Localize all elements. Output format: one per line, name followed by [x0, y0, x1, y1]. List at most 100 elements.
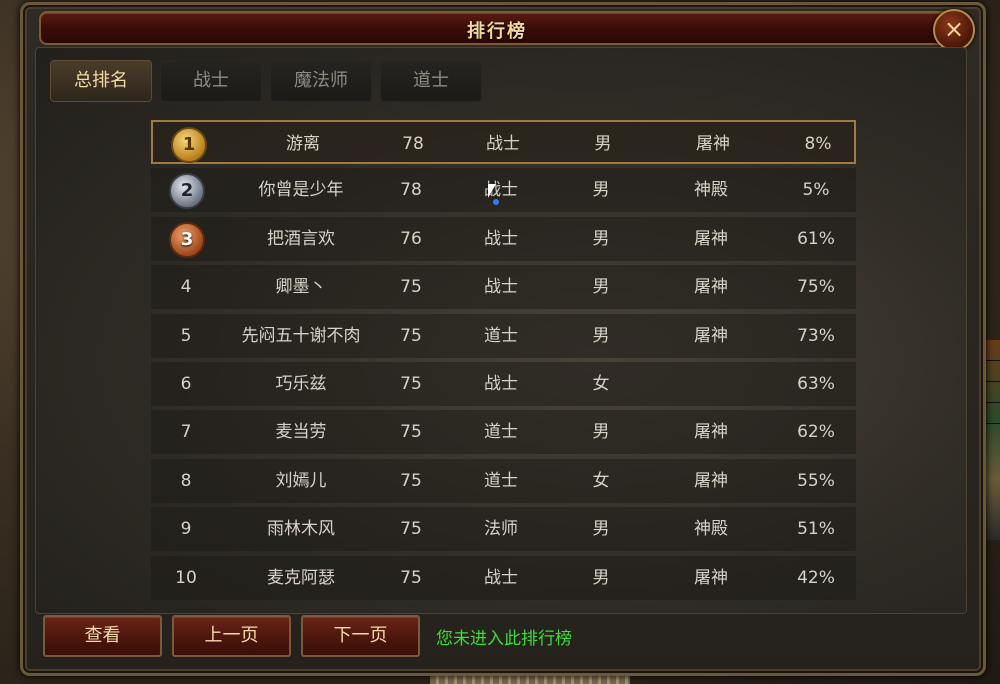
- player-level: 76: [400, 228, 422, 249]
- player-guild: 屠神: [694, 228, 728, 249]
- player-guild: 神殿: [694, 180, 728, 201]
- player-guild: 屠神: [696, 134, 730, 154]
- cursor-dot-icon: [493, 199, 499, 205]
- table-row[interactable]: 6 巧乐兹 75 战士 女 63%: [151, 361, 856, 406]
- table-row[interactable]: 10 麦克阿瑟 75 战士 男 屠神 42%: [151, 555, 856, 600]
- rank-number: 4: [180, 277, 192, 298]
- tab-mage[interactable]: 魔法师: [270, 60, 372, 102]
- prev-page-button[interactable]: 上一页: [172, 615, 291, 657]
- player-guild: 屠神: [694, 277, 728, 298]
- player-guild: 屠神: [694, 470, 728, 491]
- rank-number: 9: [180, 519, 192, 540]
- level-progress: 61%: [797, 228, 835, 249]
- player-name: 麦当劳: [275, 422, 327, 443]
- player-name: 把酒言欢: [267, 228, 335, 249]
- next-page-button[interactable]: 下一页: [301, 615, 420, 657]
- player-class: 战士: [484, 373, 518, 394]
- rank-number: 10: [175, 567, 197, 588]
- view-button[interactable]: 查看: [43, 615, 162, 657]
- level-progress: 62%: [797, 422, 835, 443]
- table-row[interactable]: 8 刘嫣儿 75 道士 女 屠神 55%: [151, 458, 856, 503]
- bottom-bar: 查看 上一页 下一页 您未进入此排行榜: [43, 615, 572, 657]
- table-row[interactable]: 1 游离 78 战士 男 屠神 8%: [151, 120, 856, 164]
- level-progress: 42%: [797, 567, 835, 588]
- table-row[interactable]: 2 你曾是少年 78 战士 男 神殿 5%: [151, 168, 856, 213]
- rank-cell: 8: [151, 459, 221, 503]
- player-gender: 男: [592, 228, 610, 249]
- player-level: 75: [400, 422, 422, 443]
- player-gender: 男: [592, 180, 610, 201]
- game-scene: 排行榜 × 总排名 战士 魔法师 道士 1 游离 78 战士男屠神 8% 2 你曾是少年 78…: [0, 0, 1000, 684]
- player-class: 战士: [484, 228, 518, 249]
- level-progress: 55%: [797, 470, 835, 491]
- player-name: 刘嫣儿: [275, 470, 327, 491]
- player-class: 道士: [484, 470, 518, 491]
- player-level: 75: [400, 325, 422, 346]
- player-class: 战士: [484, 567, 518, 588]
- player-guild: 屠神: [694, 422, 728, 443]
- level-progress: 73%: [797, 325, 835, 346]
- table-row[interactable]: 7 麦当劳 75 道士 男 屠神 62%: [151, 410, 856, 455]
- player-gender: 男: [592, 325, 610, 346]
- silver-medal-icon: 2: [169, 173, 205, 210]
- table-row[interactable]: 9 雨林木风 75 法师 男 神殿 51%: [151, 507, 856, 552]
- rank-number: 7: [180, 422, 192, 443]
- player-gender: 男: [592, 567, 610, 588]
- rank-cell: 6: [151, 362, 221, 406]
- player-guild: 神殿: [694, 519, 728, 540]
- bronze-medal-icon: 3: [169, 221, 205, 258]
- player-gender: 男: [594, 134, 612, 154]
- rank-cell: 9: [151, 507, 221, 551]
- gold-medal-icon: 1: [171, 127, 207, 163]
- player-guild: 屠神: [694, 325, 728, 346]
- player-name: 卿墨丶: [275, 277, 327, 298]
- rank-cell: 10: [151, 556, 221, 600]
- player-class: 法师: [484, 519, 518, 540]
- rank-cell: 4: [151, 265, 221, 309]
- rank-number: 8: [180, 470, 192, 491]
- player-level: 75: [400, 373, 422, 394]
- window-title: 排行榜: [467, 21, 527, 42]
- player-class: 战士: [484, 180, 518, 201]
- player-class: 战士: [486, 134, 520, 154]
- tab-taoist[interactable]: 道士: [380, 60, 482, 102]
- rank-cell: 3: [151, 217, 221, 261]
- player-guild: 屠神: [694, 567, 728, 588]
- player-class: 道士: [484, 422, 518, 443]
- player-name: 先闷五十谢不肉: [241, 325, 361, 346]
- player-name: 游离: [286, 134, 320, 154]
- level-progress: 63%: [797, 373, 835, 394]
- level-progress: 8%: [804, 134, 832, 154]
- close-button[interactable]: ×: [933, 9, 975, 51]
- player-gender: 女: [592, 373, 610, 394]
- title-bar[interactable]: 排行榜: [39, 11, 955, 45]
- tab-warrior[interactable]: 战士: [160, 60, 262, 102]
- tab-bar: 总排名 战士 魔法师 道士: [50, 60, 482, 102]
- rank-number: 5: [180, 325, 192, 346]
- table-row[interactable]: 3 把酒言欢 76 战士 男 屠神 61%: [151, 216, 856, 261]
- close-icon: ×: [943, 15, 965, 43]
- player-class: 战士: [484, 277, 518, 298]
- player-gender: 男: [592, 519, 610, 540]
- status-message: 您未进入此排行榜: [436, 628, 572, 649]
- leaderboard-window: 排行榜 × 总排名 战士 魔法师 道士 1 游离 78 战士男屠神 8% 2 你曾是少年 78…: [20, 2, 986, 676]
- rank-cell: 1: [153, 122, 223, 166]
- player-gender: 男: [592, 277, 610, 298]
- player-level: 78: [400, 180, 422, 201]
- player-gender: 女: [592, 470, 610, 491]
- player-name: 你曾是少年: [258, 180, 344, 201]
- player-name: 巧乐兹: [275, 373, 327, 394]
- level-progress: 75%: [797, 277, 835, 298]
- content-area: 总排名 战士 魔法师 道士 1 游离 78 战士男屠神 8% 2 你曾是少年 78 战士男神殿 5…: [35, 47, 967, 614]
- player-level: 75: [400, 519, 422, 540]
- ranking-table: 1 游离 78 战士男屠神 8% 2 你曾是少年 78 战士男神殿 5% 3 把酒言欢 76 战士男屠神 6…: [151, 120, 856, 604]
- rank-cell: 5: [151, 314, 221, 358]
- table-row[interactable]: 4 卿墨丶 75 战士 男 屠神 75%: [151, 265, 856, 310]
- level-progress: 51%: [797, 519, 835, 540]
- table-row[interactable]: 5 先闷五十谢不肉 75 道士 男 屠神 73%: [151, 313, 856, 358]
- level-progress: 5%: [802, 180, 830, 201]
- rank-cell: 7: [151, 410, 221, 454]
- player-name: 雨林木风: [267, 519, 335, 540]
- tab-overall[interactable]: 总排名: [50, 60, 152, 102]
- player-class: 道士: [484, 325, 518, 346]
